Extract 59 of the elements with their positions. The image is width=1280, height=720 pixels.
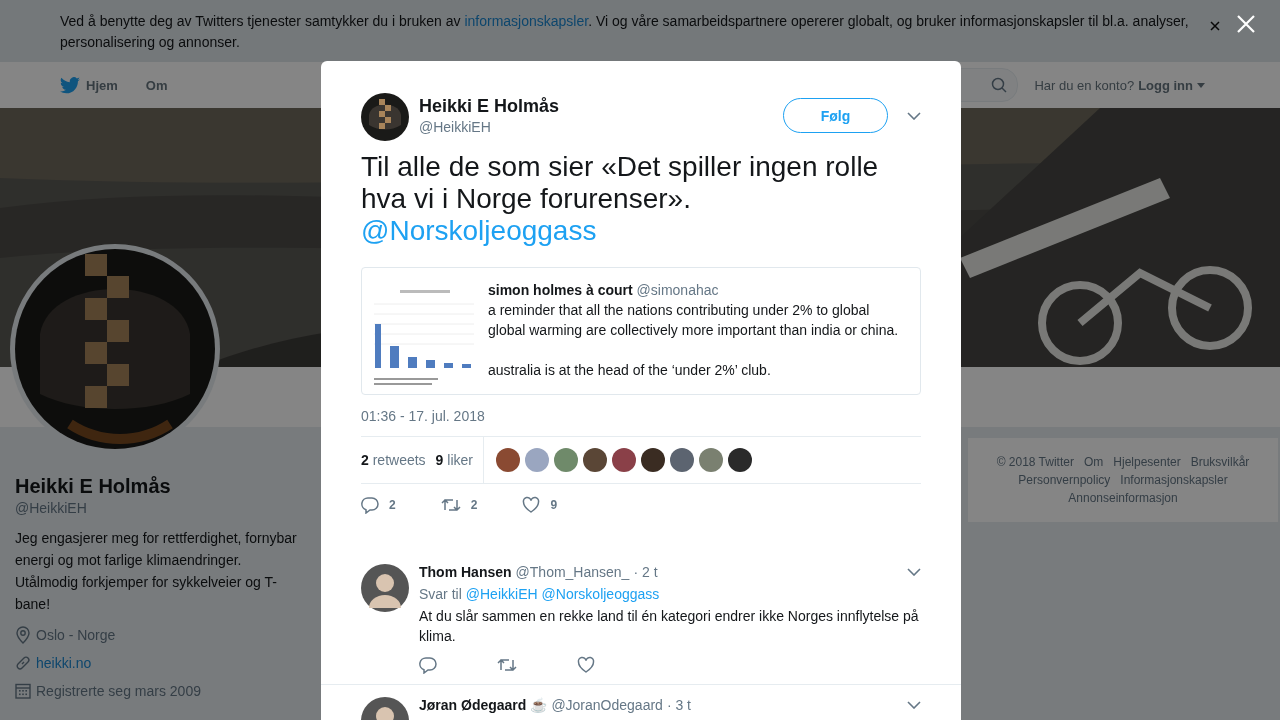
retweet-button[interactable]: 2 <box>440 496 478 514</box>
cookie-notice: Ved å benytte deg av Twitters tjenester samtykker du i bruken av informasjonskapsler. Vi og våre samarbeidspartnere opererer globalt, og bruker informasjonskapsler til bl.a. analyser, personalisering og annonser. <box>60 12 1190 52</box>
liker-avatar[interactable] <box>640 448 665 472</box>
nav-link[interactable]: Om <box>145 76 168 94</box>
cookie-link[interactable]: informasjonskapsler <box>464 13 589 29</box>
footer-link[interactable]: Bruksvilkår <box>1190 453 1250 471</box>
profile-location: Oslo - Norge <box>36 627 116 643</box>
reply-author-handle[interactable]: @JoranOdegaard <box>551 697 663 713</box>
reply-to-label: Svar til <box>419 586 462 602</box>
footer-link[interactable]: Informasjonskapsler <box>1120 471 1228 489</box>
stat-link[interactable]: 9 liker <box>435 452 473 468</box>
caret-icon <box>1197 82 1205 88</box>
liker-avatar[interactable] <box>582 448 607 472</box>
search-icon <box>991 77 1008 93</box>
mention-link[interactable]: @HeikkiEH <box>465 586 538 602</box>
close-icon[interactable] <box>1210 21 1220 31</box>
profile-name: Heikki E Holmås <box>15 474 172 498</box>
heart-icon <box>522 496 541 514</box>
reply-author-emoji: ☕ <box>530 697 548 713</box>
profile-bio: Jeg engasjerer meg for rettferdighet, fornybar energi og mot farlige klimaendringer. Utålmodig forkjemper for sykkelveier og T-bane! <box>15 529 298 614</box>
calendar-icon <box>15 683 31 699</box>
liker-avatar[interactable] <box>495 448 520 472</box>
website-link[interactable]: heikki.no <box>36 655 92 671</box>
avatar[interactable] <box>361 564 409 612</box>
footer-link[interactable]: © 2018 Twitter <box>996 453 1074 471</box>
reply-time[interactable]: · 2 t <box>633 564 658 580</box>
like-button[interactable] <box>577 656 595 674</box>
like-button[interactable]: 9 <box>522 496 558 514</box>
location-pin-icon <box>15 626 31 644</box>
speech-bubble-icon <box>419 656 437 674</box>
reply-button[interactable]: 2 <box>361 496 396 514</box>
bird-icon <box>60 76 80 94</box>
retweet-icon <box>440 496 461 514</box>
footer-link[interactable]: Personvernpolicy <box>1018 471 1111 489</box>
speech-bubble-icon <box>361 496 379 514</box>
link-icon <box>15 655 31 671</box>
profile-handle: @HeikkiEH <box>15 500 88 516</box>
stat-link[interactable]: 2 retweets <box>361 452 426 468</box>
reply-text: At du slår sammen en rekke land til én kategori endrer ikke Norges innflytelse på klima. <box>419 607 920 646</box>
retweet-icon <box>497 656 517 674</box>
reply-button[interactable] <box>419 656 437 674</box>
retweet-button[interactable] <box>497 656 517 674</box>
chevron-down-icon[interactable] <box>907 701 921 709</box>
chevron-down-icon[interactable] <box>907 568 921 576</box>
footer-link[interactable]: Om <box>1083 453 1104 471</box>
footer-link[interactable]: Annonseinformasjon <box>1068 489 1178 507</box>
login-prompt: Har du en konto? <box>1034 77 1135 93</box>
liker-avatar[interactable] <box>611 448 636 472</box>
reply-author-handle[interactable]: @Thom_Hansen_ <box>515 564 630 580</box>
reply-author-name[interactable]: Thom Hansen <box>419 564 512 580</box>
reply-author-name[interactable]: Jøran Ødegaard <box>419 697 527 713</box>
login-link[interactable]: Logg inn <box>1138 77 1193 93</box>
footer-link[interactable]: Hjelpesenter <box>1113 453 1181 471</box>
heart-icon <box>577 656 595 674</box>
reply-time[interactable]: · 3 t <box>666 697 691 713</box>
liker-avatar[interactable] <box>727 448 752 472</box>
mention-link[interactable]: @Norskoljeoggass <box>541 586 660 602</box>
join-date: Registrerte seg mars 2009 <box>36 683 201 699</box>
nav-link[interactable]: Hjem <box>60 76 118 94</box>
